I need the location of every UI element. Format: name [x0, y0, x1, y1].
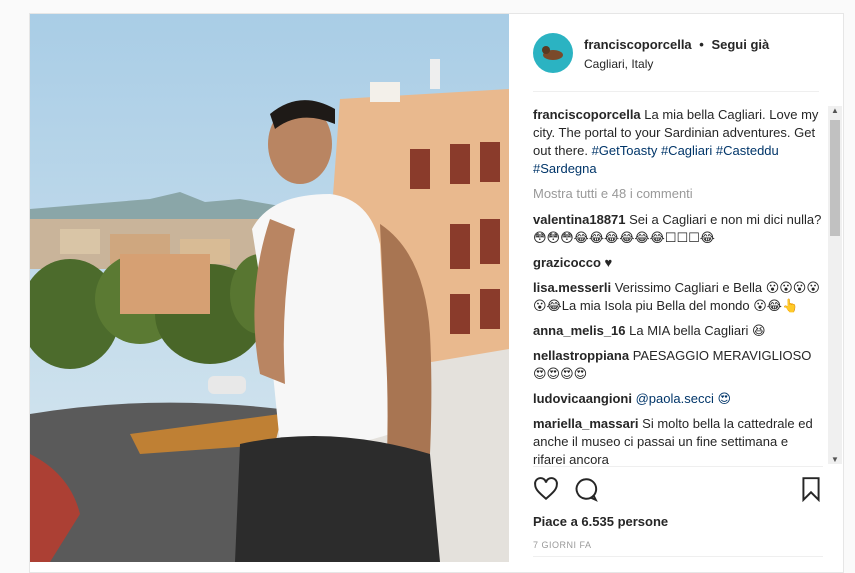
comment-item: lisa.messerli Verissimo Cagliari e Bella…	[533, 279, 823, 315]
scroll-up-arrow-icon[interactable]: ▲	[831, 106, 839, 115]
comment-item: valentina18871 Sei a Cagliari e non mi d…	[533, 211, 823, 247]
comment-item: ludovicaangioni @paola.secci 😍	[533, 390, 823, 408]
comment-item: anna_melis_16 La MIA bella Cagliari 😆	[533, 322, 823, 340]
location-link[interactable]: Cagliari, Italy	[584, 57, 653, 71]
divider	[533, 466, 823, 467]
post-timestamp: 7 GIORNI FA	[533, 540, 592, 550]
comment-icon[interactable]	[573, 476, 601, 504]
caption: franciscoporcella La mia bella Cagliari.…	[533, 106, 823, 178]
likes-count[interactable]: Piace a 6.535 persone	[533, 514, 668, 529]
comment-username[interactable]: anna_melis_16	[533, 323, 626, 338]
post-sidebar: franciscoporcella • Segui già Cagliari, …	[509, 14, 844, 562]
scroll-down-arrow-icon[interactable]: ▼	[831, 455, 839, 464]
caption-username[interactable]: franciscoporcella	[533, 107, 641, 122]
bookmark-icon[interactable]	[799, 476, 827, 504]
divider	[533, 556, 823, 557]
header-username-line: franciscoporcella • Segui già	[584, 37, 769, 52]
comment-username[interactable]: mariella_massari	[533, 416, 639, 431]
comment-username[interactable]: grazicocco	[533, 255, 601, 270]
separator-dot: •	[699, 37, 704, 52]
avatar[interactable]	[533, 33, 573, 73]
comment-username[interactable]: lisa.messerli	[533, 280, 611, 295]
comment-username[interactable]: ludovicaangioni	[533, 391, 632, 406]
comments-list[interactable]: franciscoporcella La mia bella Cagliari.…	[533, 106, 823, 464]
comment-username[interactable]: nellastroppiana	[533, 348, 629, 363]
post-header: franciscoporcella • Segui già Cagliari, …	[533, 14, 819, 92]
comment-text: La MIA bella Cagliari 😆	[629, 323, 766, 338]
comments-scrollbar[interactable]: ▲ ▼	[828, 106, 842, 464]
show-all-comments-link[interactable]: Mostra tutti e 48 i commenti	[533, 185, 823, 203]
following-button[interactable]: Segui già	[711, 37, 769, 52]
hashtag-link[interactable]: #Cagliari	[661, 143, 712, 158]
hashtag-link[interactable]: #GetToasty	[592, 143, 658, 158]
hashtag-link[interactable]: #Casteddu	[716, 143, 779, 158]
comment-item: mariella_massari Si molto bella la catte…	[533, 415, 823, 464]
comment-username[interactable]: valentina18871	[533, 212, 626, 227]
photo-image	[30, 14, 509, 562]
action-bar	[533, 476, 823, 506]
hashtag-link[interactable]: #Sardegna	[533, 161, 597, 176]
post-card: franciscoporcella • Segui già Cagliari, …	[29, 13, 844, 573]
scrollbar-thumb[interactable]	[830, 120, 840, 236]
post-photo[interactable]	[30, 14, 509, 562]
username-link[interactable]: franciscoporcella	[584, 37, 692, 52]
comment-text[interactable]: @paola.secci 😍	[636, 391, 731, 406]
heart-icon[interactable]	[533, 476, 561, 504]
comment-item: nellastroppiana PAESAGGIO MERAVIGLIOSO 😍…	[533, 347, 823, 383]
comment-text: ♥	[604, 255, 613, 270]
comment-item: grazicocco ♥	[533, 254, 823, 272]
